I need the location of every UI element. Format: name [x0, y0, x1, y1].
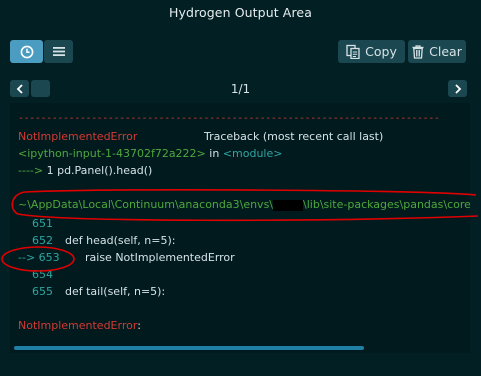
trash-icon	[412, 44, 424, 59]
output-counter: 1/1	[230, 82, 251, 96]
final-error-colon: :	[137, 319, 141, 332]
traceback-separator: ----------------------------------------…	[18, 113, 440, 124]
line-code-655: def tail(self, n=5):	[65, 285, 166, 298]
clock-icon	[20, 45, 34, 59]
window-title: Hydrogen Output Area	[169, 5, 312, 20]
traceback-header: Traceback (most recent call last)	[204, 130, 384, 143]
copy-button[interactable]: Copy	[338, 40, 405, 63]
file-path: ~\AppData\Local\Continuum\anaconda3\envs…	[18, 198, 470, 211]
clear-label: Clear	[429, 44, 462, 59]
output-panel[interactable]: ----------------------------------------…	[10, 103, 470, 353]
input-cell-ref: <ipython-input-1-43702f72a222>	[18, 147, 206, 160]
input-code: 1 pd.Panel().head()	[43, 164, 153, 177]
copy-icon	[346, 44, 360, 59]
next-button[interactable]	[448, 80, 467, 97]
input-reference: <ipython-input-1-43702f72a222> in <modul…	[18, 147, 282, 160]
redacted-block	[273, 199, 304, 211]
history-button[interactable]	[10, 40, 43, 63]
line-number-654: 654	[32, 268, 53, 281]
list-icon	[52, 46, 65, 57]
file-path-suffix: \lib\site-packages\pandas\core\	[303, 198, 470, 211]
line-number-655: 655	[32, 285, 53, 298]
clear-button[interactable]: Clear	[408, 40, 466, 63]
list-button[interactable]	[44, 40, 73, 63]
chevron-right-icon	[454, 83, 462, 94]
input-line: ----> 1 pd.Panel().head()	[18, 164, 152, 177]
current-line-marker: --> 653	[18, 251, 60, 264]
final-error: NotImplementedError:	[18, 319, 141, 332]
line-number-653: 653	[38, 251, 60, 264]
horizontal-scrollbar[interactable]	[14, 346, 364, 350]
input-in: in	[205, 147, 223, 160]
file-path-prefix: ~\AppData\Local\Continuum\anaconda3\envs…	[18, 198, 274, 211]
copy-label: Copy	[365, 44, 397, 59]
line-code-652: def head(self, n=5):	[65, 234, 176, 247]
error-name: NotImplementedError	[18, 130, 138, 143]
line-number-652: 652	[32, 234, 53, 247]
line-number-651: 651	[32, 217, 53, 230]
current-line-arrow: -->	[18, 251, 36, 264]
input-module: <module>	[222, 147, 283, 160]
final-error-name: NotImplementedError	[18, 319, 138, 332]
line-code-653: raise NotImplementedError	[85, 251, 235, 264]
input-arrow: ---->	[18, 164, 44, 177]
